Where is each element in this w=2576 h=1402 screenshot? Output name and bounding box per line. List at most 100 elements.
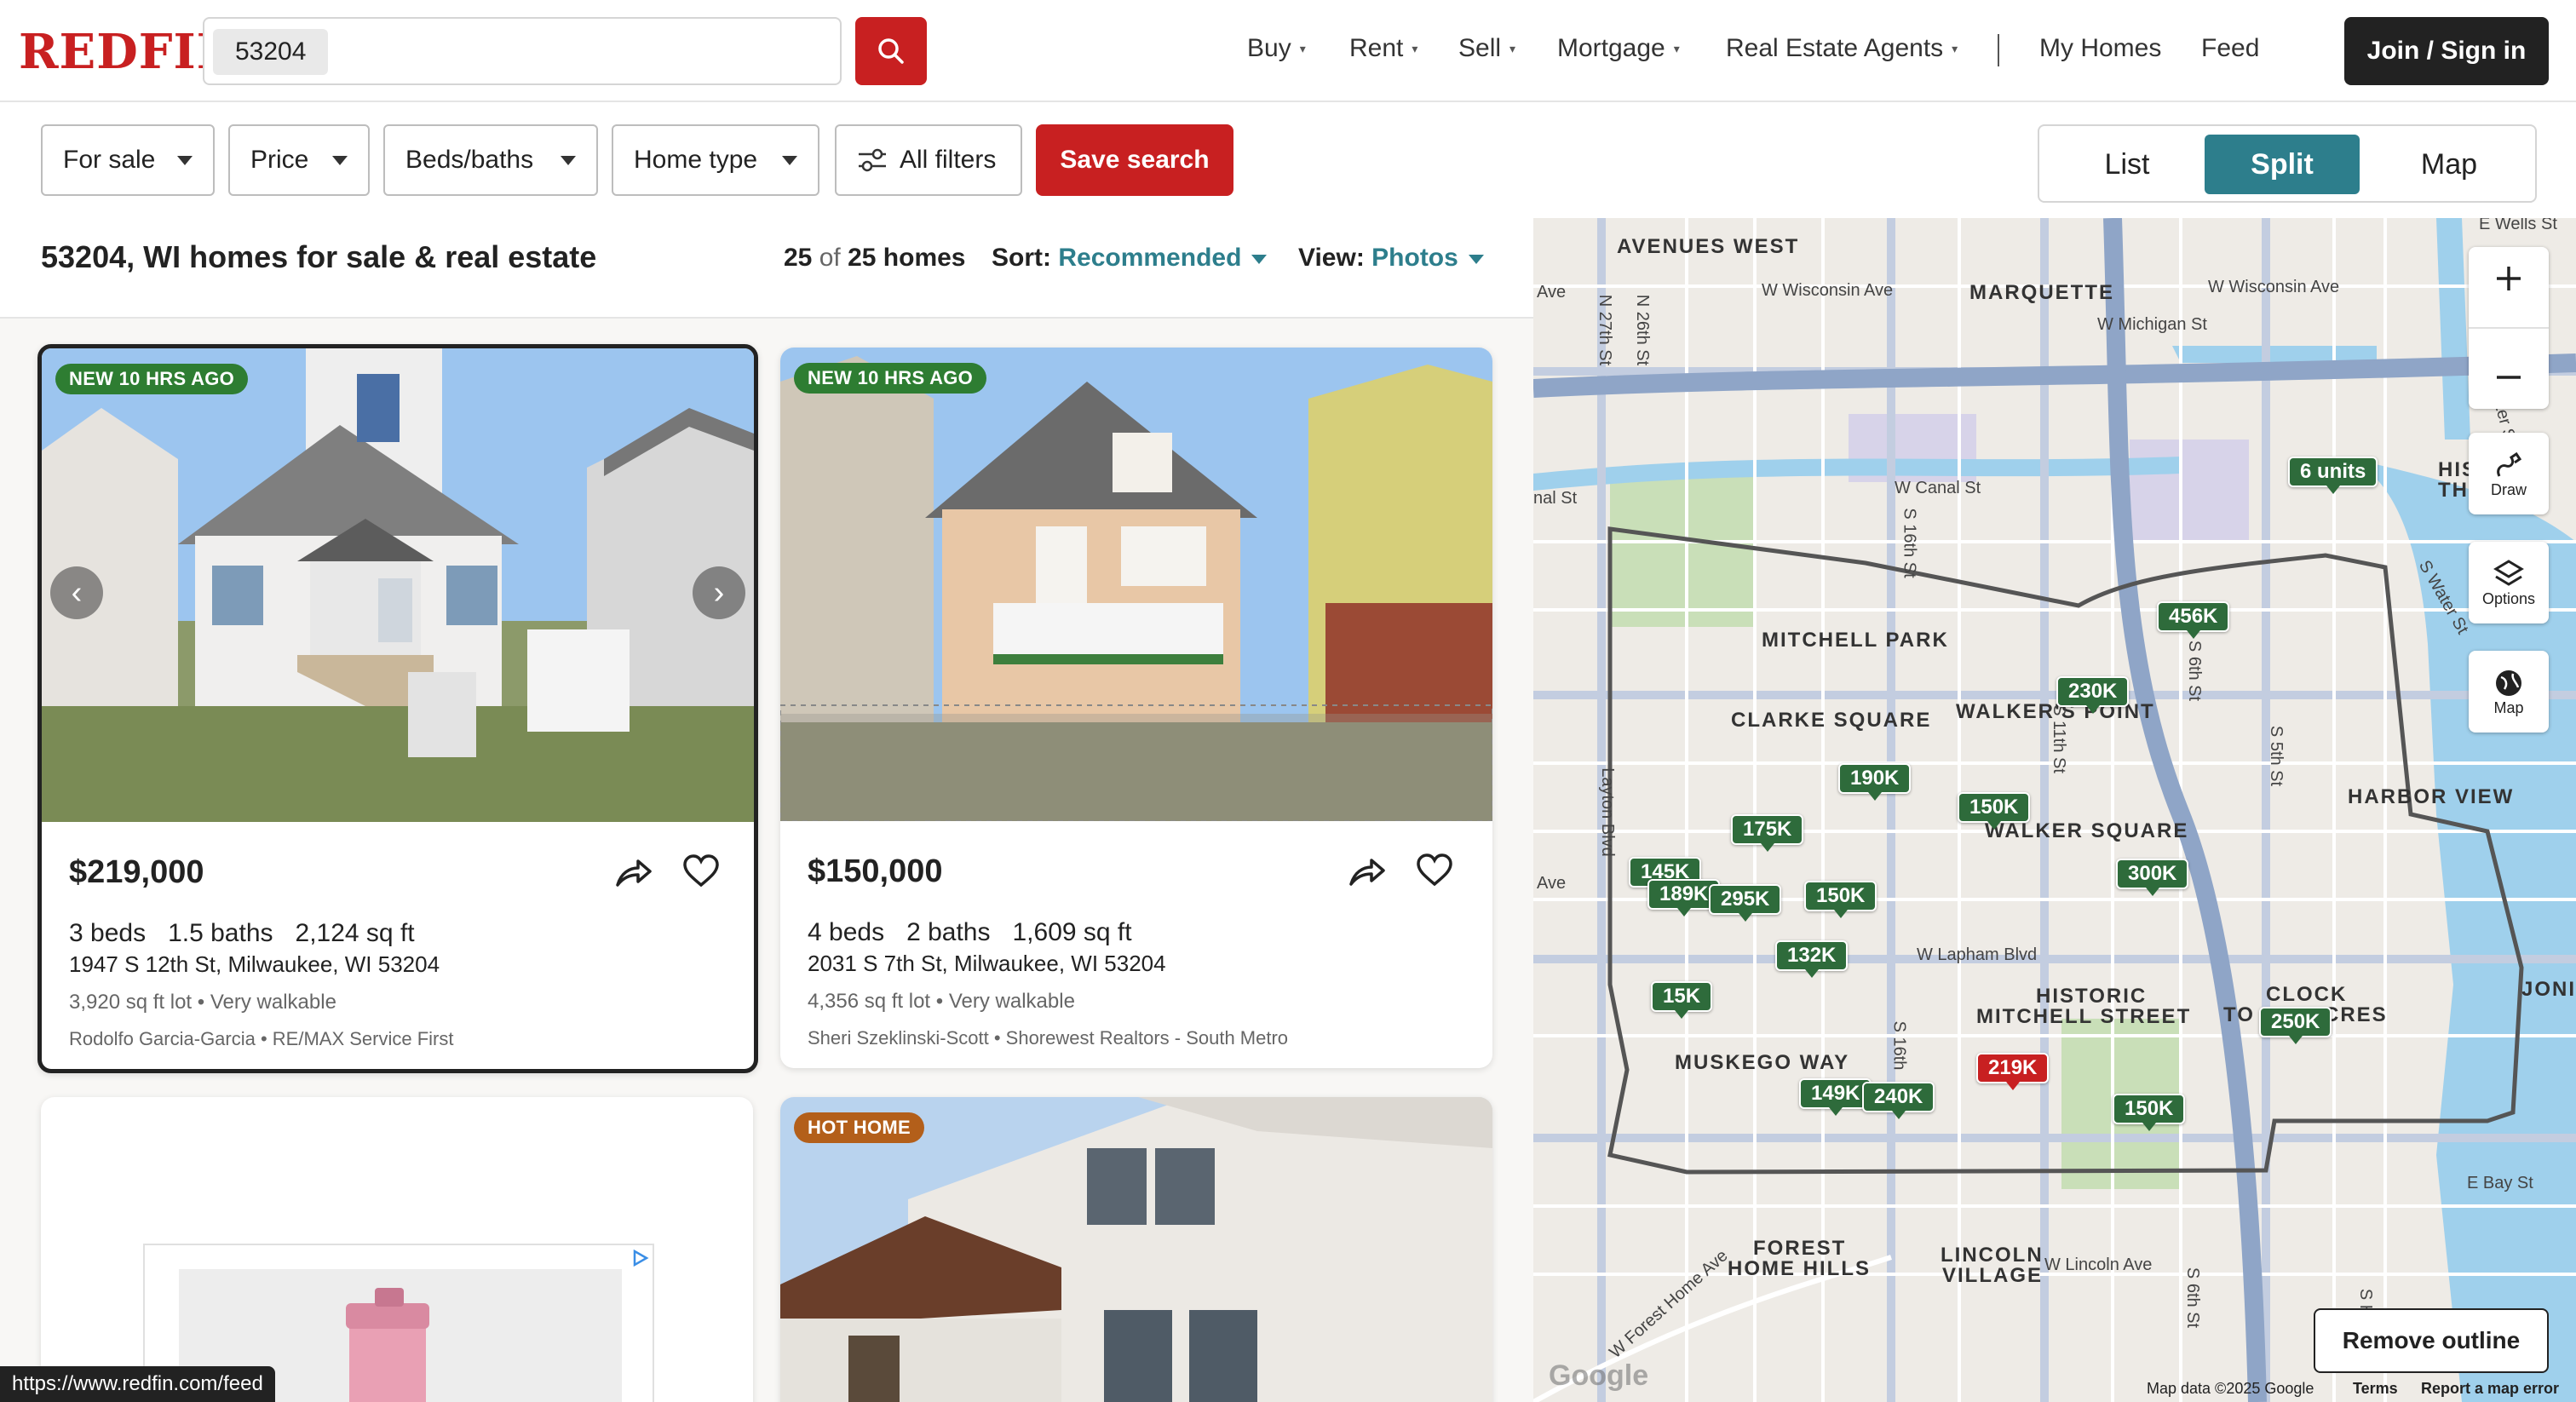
neighborhood-label: MUSKEGO WAY [1675,1051,1850,1074]
price-dropdown[interactable]: Price [228,124,370,196]
map-pin[interactable]: 150K [1804,881,1877,918]
street-label: nal St [1533,489,1578,508]
map-view-button[interactable]: Map [2372,135,2527,194]
neighborhood-label: VILLAGE [1942,1264,2044,1287]
map-pin[interactable]: 190K [1838,763,1912,801]
nav-feed[interactable]: Feed [2201,34,2259,63]
street-label: S 5th St [2267,725,2286,787]
map-pin[interactable]: 132K [1775,940,1849,978]
ad-card[interactable] [41,1097,753,1402]
map-pin[interactable]: 175K [1731,814,1804,852]
map-pin[interactable]: 150K [1958,792,2031,830]
street-label: Ave [1537,874,1567,893]
share-icon[interactable] [1346,852,1387,893]
ad-choices-icon[interactable] [630,1249,649,1267]
map-options-button[interactable]: Options [2469,542,2549,623]
list-view-button[interactable]: List [2050,135,2205,194]
listing-lot: 3,920 sq ft lot • Very walkable [69,991,336,1014]
status-badge: HOT HOME [794,1112,924,1143]
neighborhood-label: AVENUES WEST [1617,235,1800,258]
zoom-out-icon[interactable] [2493,362,2524,393]
search-chip[interactable]: 53204 [213,29,329,75]
listing-card[interactable]: HOT HOME [780,1097,1492,1402]
neighborhood-label: HARBOR VIEW [2348,785,2515,808]
report-map-error-link[interactable]: Report a map error [2421,1380,2559,1398]
join-sign-in-button[interactable]: Join / Sign in [2344,17,2549,85]
map-pin[interactable]: 240K [1862,1082,1935,1119]
share-icon[interactable] [612,853,653,893]
caret-down-icon: ▾ [1299,41,1306,55]
map-pin[interactable]: 150K [2113,1094,2186,1131]
neighborhood-label: JONI [2521,978,2576,1001]
listing-address[interactable]: 2031 S 7th St, Milwaukee, WI 53204 [808,951,1166,977]
search-button[interactable] [855,17,927,85]
split-view-button[interactable]: Split [2205,135,2360,194]
zoom-in-icon[interactable] [2493,263,2524,294]
street-label: S 6th St [2183,1267,2203,1329]
nav-sell[interactable]: Sell ▾ [1458,34,1515,63]
caret-down-icon: ▾ [1509,41,1516,55]
heart-icon[interactable] [1414,850,1455,891]
map-pin[interactable]: 230K [2056,676,2130,714]
map-pin[interactable]: 6 units [2288,457,2378,494]
neighborhood-label: MITCHELL STREET [1976,1005,2192,1028]
home-type-dropdown[interactable]: Home type [612,124,819,196]
listing-price: $150,000 [808,853,943,889]
view-dropdown[interactable]: View: Photos [1298,244,1484,273]
street-label: S 11th St [2049,704,2068,773]
caret-down-icon: ▾ [1412,41,1418,55]
map-pin[interactable]: 250K [2259,1007,2332,1044]
listing-photo[interactable]: NEW 10 HRS AGO [780,348,1492,821]
map-pin[interactable]: 300K [2116,859,2189,896]
listing-photo[interactable]: HOT HOME [780,1097,1492,1402]
listing-address[interactable]: 1947 S 12th St, Milwaukee, WI 53204 [69,951,440,978]
search-input[interactable]: 53204 [203,17,842,85]
listing-card[interactable]: NEW 10 HRS AGO ‹ › $219,000 3 beds 1.5 b… [37,344,758,1073]
for-sale-dropdown[interactable]: For sale [41,124,215,196]
street-label: Layton Blvd [1597,767,1617,857]
all-filters-button[interactable]: All filters [835,124,1022,196]
nav-my-homes[interactable]: My Homes [2039,34,2161,63]
sort-dropdown[interactable]: Sort: Recommended [992,244,1268,273]
zoom-controls [2469,247,2549,409]
map-pin[interactable]: 149K [1799,1078,1872,1116]
map[interactable]: AVENUES WEST MARQUETTE MITCHELL PARK CLA… [1533,218,2576,1402]
street-label: S 6th St [2185,640,2205,702]
top-header: REDFIN 53204 Buy ▾ Rent ▾ Sell ▾ Mortgage ▾ … [0,0,2576,102]
listing-agent: Sheri Szeklinski-Scott • Shorewest Realt… [808,1027,1289,1049]
nav-buy[interactable]: Buy ▾ [1247,34,1306,63]
neighborhood-label: MARQUETTE [1969,281,2114,304]
listing-photo[interactable]: NEW 10 HRS AGO ‹ › [42,348,754,822]
status-badge: NEW 10 HRS AGO [794,363,987,394]
map-pin[interactable]: 15K [1651,981,1713,1019]
chevron-right-icon[interactable]: › [693,566,745,619]
google-logo: Google [1549,1359,1649,1392]
save-search-button[interactable]: Save search [1036,124,1233,196]
street-label: S 16th [1889,1020,1909,1071]
street-label: E Wells St [2479,218,2557,233]
street-label: N 27th St [1596,294,1615,366]
map-terms-link[interactable]: Terms [2353,1380,2398,1398]
heart-icon[interactable] [681,851,722,892]
caret-down-icon: ▾ [1952,41,1958,55]
listing-agent: Rodolfo Garcia-Garcia • RE/MAX Service F… [69,1028,454,1049]
draw-button[interactable]: Draw [2469,433,2549,514]
neighborhood-label: CLARKE SQUARE [1731,709,1932,732]
street-label: W Canal St [1895,479,1981,497]
remove-outline-button[interactable]: Remove outline [2314,1308,2549,1373]
globe-icon [2496,669,2521,696]
street-label: W Wisconsin Ave [1762,281,1894,300]
caret-down-icon [1468,254,1484,264]
sliders-icon [859,148,886,172]
nav-real-estate-agents[interactable]: Real Estate Agents ▾ [1726,34,1958,63]
nav-rent[interactable]: Rent ▾ [1349,34,1417,63]
listing-card[interactable]: NEW 10 HRS AGO $150,000 4 beds 2 baths 1… [780,348,1492,1068]
map-pin[interactable]: 295K [1709,884,1782,922]
neighborhood-label: MITCHELL PARK [1762,629,1949,652]
map-pin[interactable]: 456K [2157,601,2230,639]
map-type-button[interactable]: Map [2469,651,2549,733]
nav-mortgage[interactable]: Mortgage ▾ [1557,34,1680,63]
beds-baths-dropdown[interactable]: Beds/baths [383,124,598,196]
map-pin[interactable]: 219K [1976,1053,2050,1090]
chevron-left-icon[interactable]: ‹ [50,566,103,619]
